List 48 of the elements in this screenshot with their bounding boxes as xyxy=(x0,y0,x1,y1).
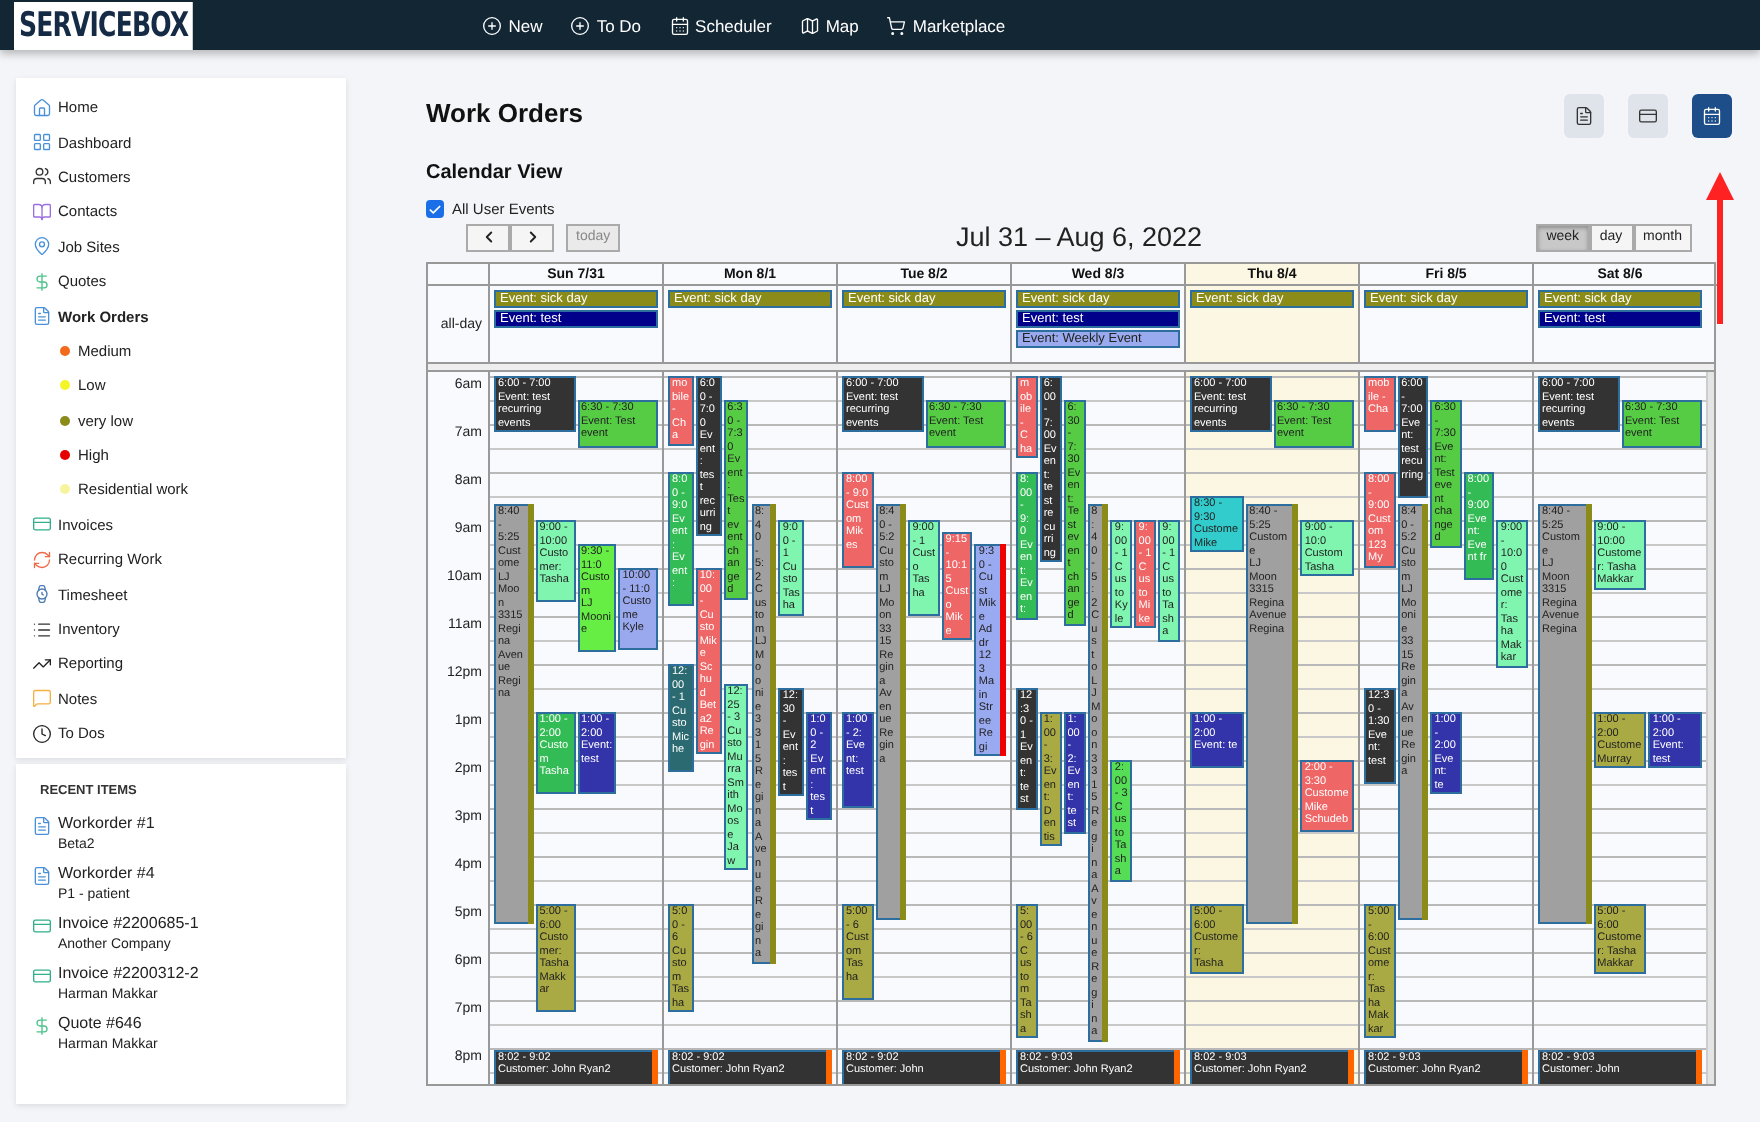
grid-icon xyxy=(32,132,52,153)
recent-item-link[interactable]: Workorder #1 xyxy=(58,814,155,833)
users-icon xyxy=(32,166,52,187)
recent-item-link[interactable]: Workorder #4 xyxy=(58,864,155,883)
previous-button[interactable] xyxy=(466,223,510,251)
view-button[interactable] xyxy=(1692,94,1732,138)
clock-icon xyxy=(32,723,52,744)
book-icon xyxy=(32,201,52,222)
section-title: Calendar View xyxy=(426,162,565,184)
cart-icon xyxy=(886,15,907,35)
nav-link[interactable]: Map xyxy=(799,15,859,35)
plus-icon xyxy=(482,15,503,35)
calendar-icon xyxy=(669,15,690,35)
document-icon xyxy=(32,306,52,327)
recent-item-link[interactable]: Quote #646 xyxy=(58,1014,158,1033)
trend-icon xyxy=(32,653,52,674)
nav-link[interactable]: To Do xyxy=(570,15,642,35)
note-icon xyxy=(32,688,52,709)
check-icon xyxy=(428,201,442,217)
nav-link[interactable]: Marketplace xyxy=(886,15,1006,35)
document-icon xyxy=(32,866,52,887)
nav-link[interactable]: Scheduler xyxy=(669,15,772,35)
logo[interactable]: SERVICEBOX xyxy=(14,1,194,49)
recent-item-link[interactable]: Invoice #2200685-1 xyxy=(58,914,199,933)
document-icon xyxy=(32,816,52,837)
checkbox[interactable] xyxy=(426,200,444,218)
map-pin-icon xyxy=(32,236,52,257)
card-icon xyxy=(32,966,52,987)
calendar-icon xyxy=(1702,106,1722,126)
card-icon xyxy=(1638,106,1658,126)
date-range-title: Jul 31 – Aug 6, 2022 xyxy=(955,222,1203,252)
map-icon xyxy=(799,15,820,35)
page-title: Work Orders xyxy=(426,98,584,128)
nav-link[interactable]: New xyxy=(482,15,543,35)
recent-item-link[interactable]: Invoice #2200312-2 xyxy=(58,964,199,983)
dollar-icon xyxy=(32,271,52,292)
watch-icon xyxy=(32,584,52,605)
home-icon xyxy=(32,97,52,118)
document-icon xyxy=(1574,106,1594,126)
view-button[interactable] xyxy=(1628,94,1668,138)
view-button[interactable] xyxy=(1564,94,1604,138)
next-button[interactable] xyxy=(510,223,554,251)
plus-icon xyxy=(570,15,591,35)
card-icon xyxy=(32,916,52,937)
card-icon xyxy=(32,514,52,535)
list-icon xyxy=(32,619,52,640)
refresh-icon xyxy=(32,549,52,570)
dollar-icon xyxy=(32,1016,52,1037)
